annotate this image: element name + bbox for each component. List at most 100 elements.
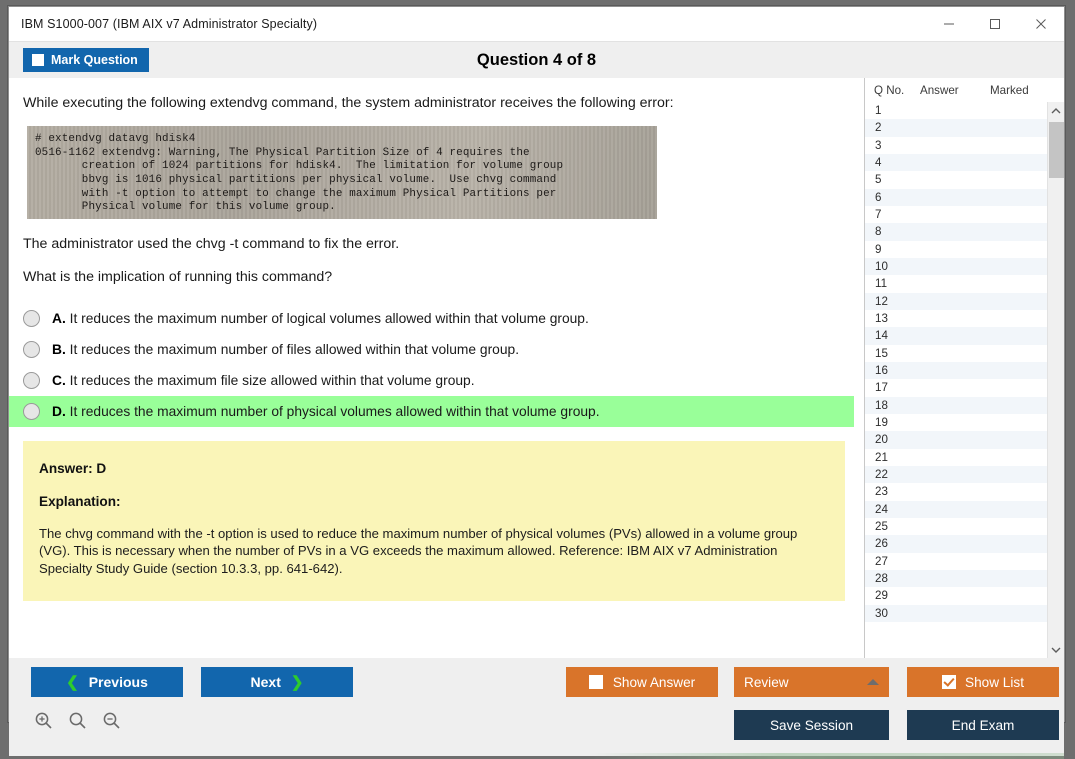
question-list-row[interactable]: 7 <box>865 206 1047 223</box>
question-list-row[interactable]: 9 <box>865 241 1047 258</box>
question-list-row-number: 15 <box>865 347 913 360</box>
question-list-row-number: 17 <box>865 381 913 394</box>
question-list-row[interactable]: 11 <box>865 275 1047 292</box>
question-list-row-number: 27 <box>865 555 913 568</box>
question-list-row[interactable]: 25 <box>865 518 1047 535</box>
question-list-row[interactable]: 5 <box>865 171 1047 188</box>
show-answer-label: Show Answer <box>613 675 695 690</box>
question-list-row[interactable]: 10 <box>865 258 1047 275</box>
question-list-row-number: 13 <box>865 312 913 325</box>
question-list-row-number: 10 <box>865 260 913 273</box>
question-list-row[interactable]: 17 <box>865 379 1047 396</box>
answer-option-c-text: C. It reduces the maximum file size allo… <box>52 373 475 388</box>
question-list-row[interactable]: 20 <box>865 431 1047 448</box>
chevron-right-icon: ❯ <box>291 675 304 690</box>
footer-edge-tint <box>589 753 1064 759</box>
show-list-checkbox-icon[interactable] <box>942 675 956 689</box>
question-list-rows: 1234567891011121314151617181920212223242… <box>865 102 1047 658</box>
end-exam-label: End Exam <box>952 718 1015 733</box>
answer-option-d[interactable]: D. It reduces the maximum number of phys… <box>9 396 854 427</box>
zoom-out-icon[interactable] <box>99 708 125 734</box>
answer-option-b-letter: B. <box>52 342 66 357</box>
question-list-row[interactable]: 27 <box>865 553 1047 570</box>
question-list-row[interactable]: 3 <box>865 137 1047 154</box>
question-list-scrollbar[interactable] <box>1047 102 1064 658</box>
question-prompt-text: What is the implication of running this … <box>9 254 859 287</box>
previous-button[interactable]: ❮ Previous <box>31 667 183 697</box>
close-icon[interactable] <box>1018 7 1064 41</box>
question-list-row[interactable]: 2 <box>865 119 1047 136</box>
question-list-row[interactable]: 22 <box>865 466 1047 483</box>
question-list-row[interactable]: 19 <box>865 414 1047 431</box>
question-intro-text: While executing the following extendvg c… <box>9 78 859 113</box>
terminal-output-text: # extendvg datavg hdisk4 0516-1162 exten… <box>27 126 657 215</box>
question-list-row[interactable]: 16 <box>865 362 1047 379</box>
question-list-row[interactable]: 1 <box>865 102 1047 119</box>
question-list-row[interactable]: 6 <box>865 189 1047 206</box>
question-list-row-number: 6 <box>865 191 913 204</box>
question-list-row-number: 30 <box>865 607 913 620</box>
question-list-row[interactable]: 28 <box>865 570 1047 587</box>
radio-button-icon[interactable] <box>23 372 40 389</box>
column-header-answer: Answer <box>920 84 990 97</box>
answer-option-d-text: D. It reduces the maximum number of phys… <box>52 404 600 419</box>
question-list-row-number: 22 <box>865 468 913 481</box>
show-answer-button[interactable]: Show Answer <box>566 667 718 697</box>
end-exam-button[interactable]: End Exam <box>907 710 1059 740</box>
question-list-row-number: 2 <box>865 121 913 134</box>
answer-option-c-letter: C. <box>52 373 66 388</box>
window-title: IBM S1000-007 (IBM AIX v7 Administrator … <box>9 17 317 31</box>
question-list-row[interactable]: 8 <box>865 223 1047 240</box>
question-list-row[interactable]: 14 <box>865 327 1047 344</box>
question-list-row[interactable]: 12 <box>865 293 1047 310</box>
mark-question-checkbox-icon[interactable] <box>32 54 44 66</box>
scrollbar-thumb[interactable] <box>1049 122 1064 178</box>
radio-button-icon[interactable] <box>23 403 40 420</box>
question-list-row[interactable]: 4 <box>865 154 1047 171</box>
answer-option-a[interactable]: A. It reduces the maximum number of logi… <box>9 303 859 334</box>
question-statement-text: The administrator used the chvg -t comma… <box>9 219 859 254</box>
maximize-icon[interactable] <box>972 7 1018 41</box>
answer-option-a-body: It reduces the maximum number of logical… <box>70 311 589 326</box>
question-list-row-number: 5 <box>865 173 913 186</box>
show-list-label: Show List <box>965 675 1024 690</box>
question-list-row-number: 26 <box>865 537 913 550</box>
minimize-icon[interactable] <box>926 7 972 41</box>
explanation-text: The chvg command with the -t option is u… <box>39 525 829 578</box>
question-list-row[interactable]: 23 <box>865 483 1047 500</box>
question-list-row[interactable]: 24 <box>865 501 1047 518</box>
question-list-row-number: 21 <box>865 451 913 464</box>
scroll-up-arrow-icon[interactable] <box>1048 102 1064 119</box>
question-list-row[interactable]: 29 <box>865 587 1047 604</box>
question-list-row[interactable]: 18 <box>865 397 1047 414</box>
zoom-reset-icon[interactable] <box>65 708 91 734</box>
question-list-row-number: 9 <box>865 243 913 256</box>
next-button[interactable]: Next ❯ <box>201 667 353 697</box>
show-list-button[interactable]: Show List <box>907 667 1059 697</box>
question-list-row-number: 3 <box>865 139 913 152</box>
radio-button-icon[interactable] <box>23 310 40 327</box>
answer-option-b[interactable]: B. It reduces the maximum number of file… <box>9 334 859 365</box>
scroll-down-arrow-icon[interactable] <box>1048 641 1064 658</box>
chevron-up-icon[interactable] <box>867 679 879 685</box>
radio-button-icon[interactable] <box>23 341 40 358</box>
review-label: Review <box>744 675 789 690</box>
exam-body: While executing the following extendvg c… <box>9 78 1064 658</box>
mark-question-button[interactable]: Mark Question <box>23 48 149 72</box>
question-list-row[interactable]: 30 <box>865 605 1047 622</box>
question-list-row[interactable]: 15 <box>865 345 1047 362</box>
save-session-button[interactable]: Save Session <box>734 710 889 740</box>
question-list-row-number: 11 <box>865 277 913 290</box>
question-list-row-number: 4 <box>865 156 913 169</box>
question-list-row[interactable]: 21 <box>865 449 1047 466</box>
question-list-row[interactable]: 26 <box>865 535 1047 552</box>
review-dropdown-button[interactable]: Review <box>734 667 889 697</box>
explanation-label: Explanation: <box>39 494 829 509</box>
answer-option-d-body: It reduces the maximum number of physica… <box>70 404 600 419</box>
question-list-row-number: 23 <box>865 485 913 498</box>
zoom-in-icon[interactable] <box>31 708 57 734</box>
show-answer-checkbox-icon[interactable] <box>589 675 603 689</box>
zoom-controls <box>31 708 125 734</box>
question-list-row[interactable]: 13 <box>865 310 1047 327</box>
answer-option-c[interactable]: C. It reduces the maximum file size allo… <box>9 365 859 396</box>
